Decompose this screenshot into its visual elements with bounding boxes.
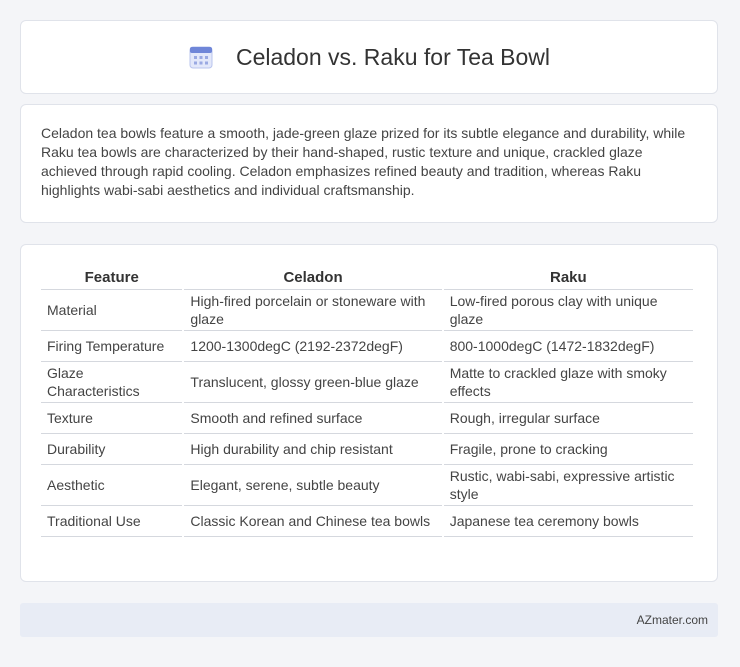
row-feature-cell: Durability (41, 434, 183, 465)
row-raku-cell: Rough, irregular surface (443, 403, 693, 434)
row-celadon-cell: High-fired porcelain or stoneware with g… (184, 290, 442, 331)
table-row: Durability High durability and chip resi… (41, 434, 693, 465)
row-feature-cell: Material (41, 290, 183, 331)
table-row: Traditional Use Classic Korean and Chine… (41, 506, 693, 537)
row-feature-cell: Texture (41, 403, 183, 434)
table-row: Texture Smooth and refined surface Rough… (41, 403, 693, 434)
row-celadon-cell: Classic Korean and Chinese tea bowls (184, 506, 442, 537)
row-raku-cell: Rustic, wabi-sabi, expressive artistic s… (443, 465, 693, 506)
row-celadon-cell: Elegant, serene, subtle beauty (184, 465, 442, 506)
comparison-table-card: Feature Celadon Raku Material High-fired… (20, 244, 718, 582)
page-title: Celadon vs. Raku for Tea Bowl (235, 43, 551, 70)
summary-card: Celadon tea bowls feature a smooth, jade… (20, 104, 718, 223)
row-feature-cell: Aesthetic (41, 465, 183, 506)
row-raku-cell: Japanese tea ceremony bowls (443, 506, 693, 537)
table-row: Firing Temperature 1200-1300degC (2192-2… (41, 331, 693, 362)
summary-text: Celadon tea bowls feature a smooth, jade… (41, 125, 686, 198)
row-feature-cell: Traditional Use (41, 506, 183, 537)
row-feature-cell: Glaze Characteristics (41, 362, 183, 403)
title-card: Celadon vs. Raku for Tea Bowl (20, 20, 718, 94)
row-feature-cell: Firing Temperature (41, 331, 183, 362)
row-celadon-cell: Smooth and refined surface (184, 403, 442, 434)
comparison-table: Feature Celadon Raku Material High-fired… (39, 265, 695, 537)
row-raku-cell: 800-1000degC (1472-1832degF) (443, 331, 693, 362)
footer-site-link[interactable]: AZmater.com (637, 613, 708, 627)
table-header-row: Feature Celadon Raku (41, 265, 693, 290)
footer: AZmater.com (20, 603, 718, 637)
row-celadon-cell: High durability and chip resistant (184, 434, 442, 465)
table-row: Aesthetic Elegant, serene, subtle beauty… (41, 465, 693, 506)
row-raku-cell: Fragile, prone to cracking (443, 434, 693, 465)
row-raku-cell: Low-fired porous clay with unique glaze (443, 290, 693, 331)
header-raku: Raku (443, 265, 693, 290)
row-celadon-cell: Translucent, glossy green-blue glaze (184, 362, 442, 403)
header-celadon: Celadon (184, 265, 442, 290)
header-feature: Feature (41, 265, 183, 290)
row-celadon-cell: 1200-1300degC (2192-2372degF) (184, 331, 442, 362)
table-row: Glaze Characteristics Translucent, gloss… (41, 362, 693, 403)
table-row: Material High-fired porcelain or stonewa… (41, 290, 693, 331)
row-raku-cell: Matte to crackled glaze with smoky effec… (443, 362, 693, 403)
calendar-grid-icon (188, 44, 214, 70)
